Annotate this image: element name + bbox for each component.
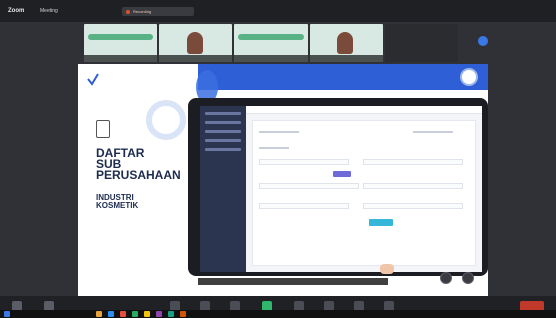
- start-menu-icon[interactable]: [4, 311, 10, 317]
- partner-logo: [460, 68, 478, 86]
- app-topbar: [246, 106, 482, 114]
- participant-tile[interactable]: [84, 24, 158, 62]
- recording-label: Recording: [133, 9, 152, 14]
- laptop-screen: [200, 106, 482, 272]
- form-card: [252, 120, 476, 266]
- shared-screen-slide: DAFTAR SUB PERUSAHAAN INDUSTRI KOSMETIK: [78, 64, 488, 296]
- taskbar-app-icon[interactable]: [108, 311, 114, 317]
- meeting-label: Meeting: [40, 8, 58, 14]
- screen-share-caption: [198, 278, 388, 285]
- taskbar-app-icon[interactable]: [96, 311, 102, 317]
- slide-title: DAFTAR SUB PERUSAHAAN: [96, 146, 181, 182]
- decorative-ring: [146, 100, 186, 140]
- taskbar-app-icon[interactable]: [180, 311, 186, 317]
- app-name: Zoom: [8, 8, 25, 14]
- record-icon: [126, 9, 130, 14]
- company-logo-icon: [87, 73, 99, 86]
- recording-indicator[interactable]: Recording: [122, 7, 194, 16]
- taskbar-app-icon[interactable]: [120, 311, 126, 317]
- participant-name: [159, 55, 233, 62]
- taskbar-app-icon[interactable]: [168, 311, 174, 317]
- share-control-button[interactable]: [440, 272, 452, 284]
- laptop-mockup: [188, 98, 488, 276]
- participant-tile[interactable]: [159, 24, 233, 62]
- participant-tile[interactable]: [384, 24, 459, 62]
- participant-strip: [84, 24, 459, 62]
- slide-subtitle: INDUSTRI KOSMETIK: [96, 193, 139, 210]
- participant-video: [187, 32, 204, 54]
- participant-name: [234, 55, 308, 62]
- participant-name: [84, 55, 158, 62]
- document-icon: [96, 120, 110, 138]
- taskbar-app-icon[interactable]: [132, 311, 138, 317]
- virtual-background: [88, 34, 154, 40]
- virtual-background: [238, 34, 304, 40]
- taskbar-app-icon[interactable]: [144, 311, 150, 317]
- participants-count-badge[interactable]: [478, 36, 488, 46]
- os-taskbar: [0, 310, 556, 318]
- participant-video: [337, 32, 354, 54]
- participant-tile[interactable]: [309, 24, 383, 62]
- participant-name: [309, 55, 383, 62]
- share-control-button[interactable]: [462, 272, 474, 284]
- pointer-hand-icon: [380, 264, 394, 274]
- app-sidebar: [200, 106, 246, 272]
- slide-banner: [198, 64, 488, 90]
- top-bar: Zoom Meeting: [0, 0, 556, 22]
- participant-tile[interactable]: [234, 24, 308, 62]
- taskbar-app-icon[interactable]: [156, 311, 162, 317]
- meeting-window: { "window": { "app_name": "Zoom", "meeti…: [0, 0, 556, 318]
